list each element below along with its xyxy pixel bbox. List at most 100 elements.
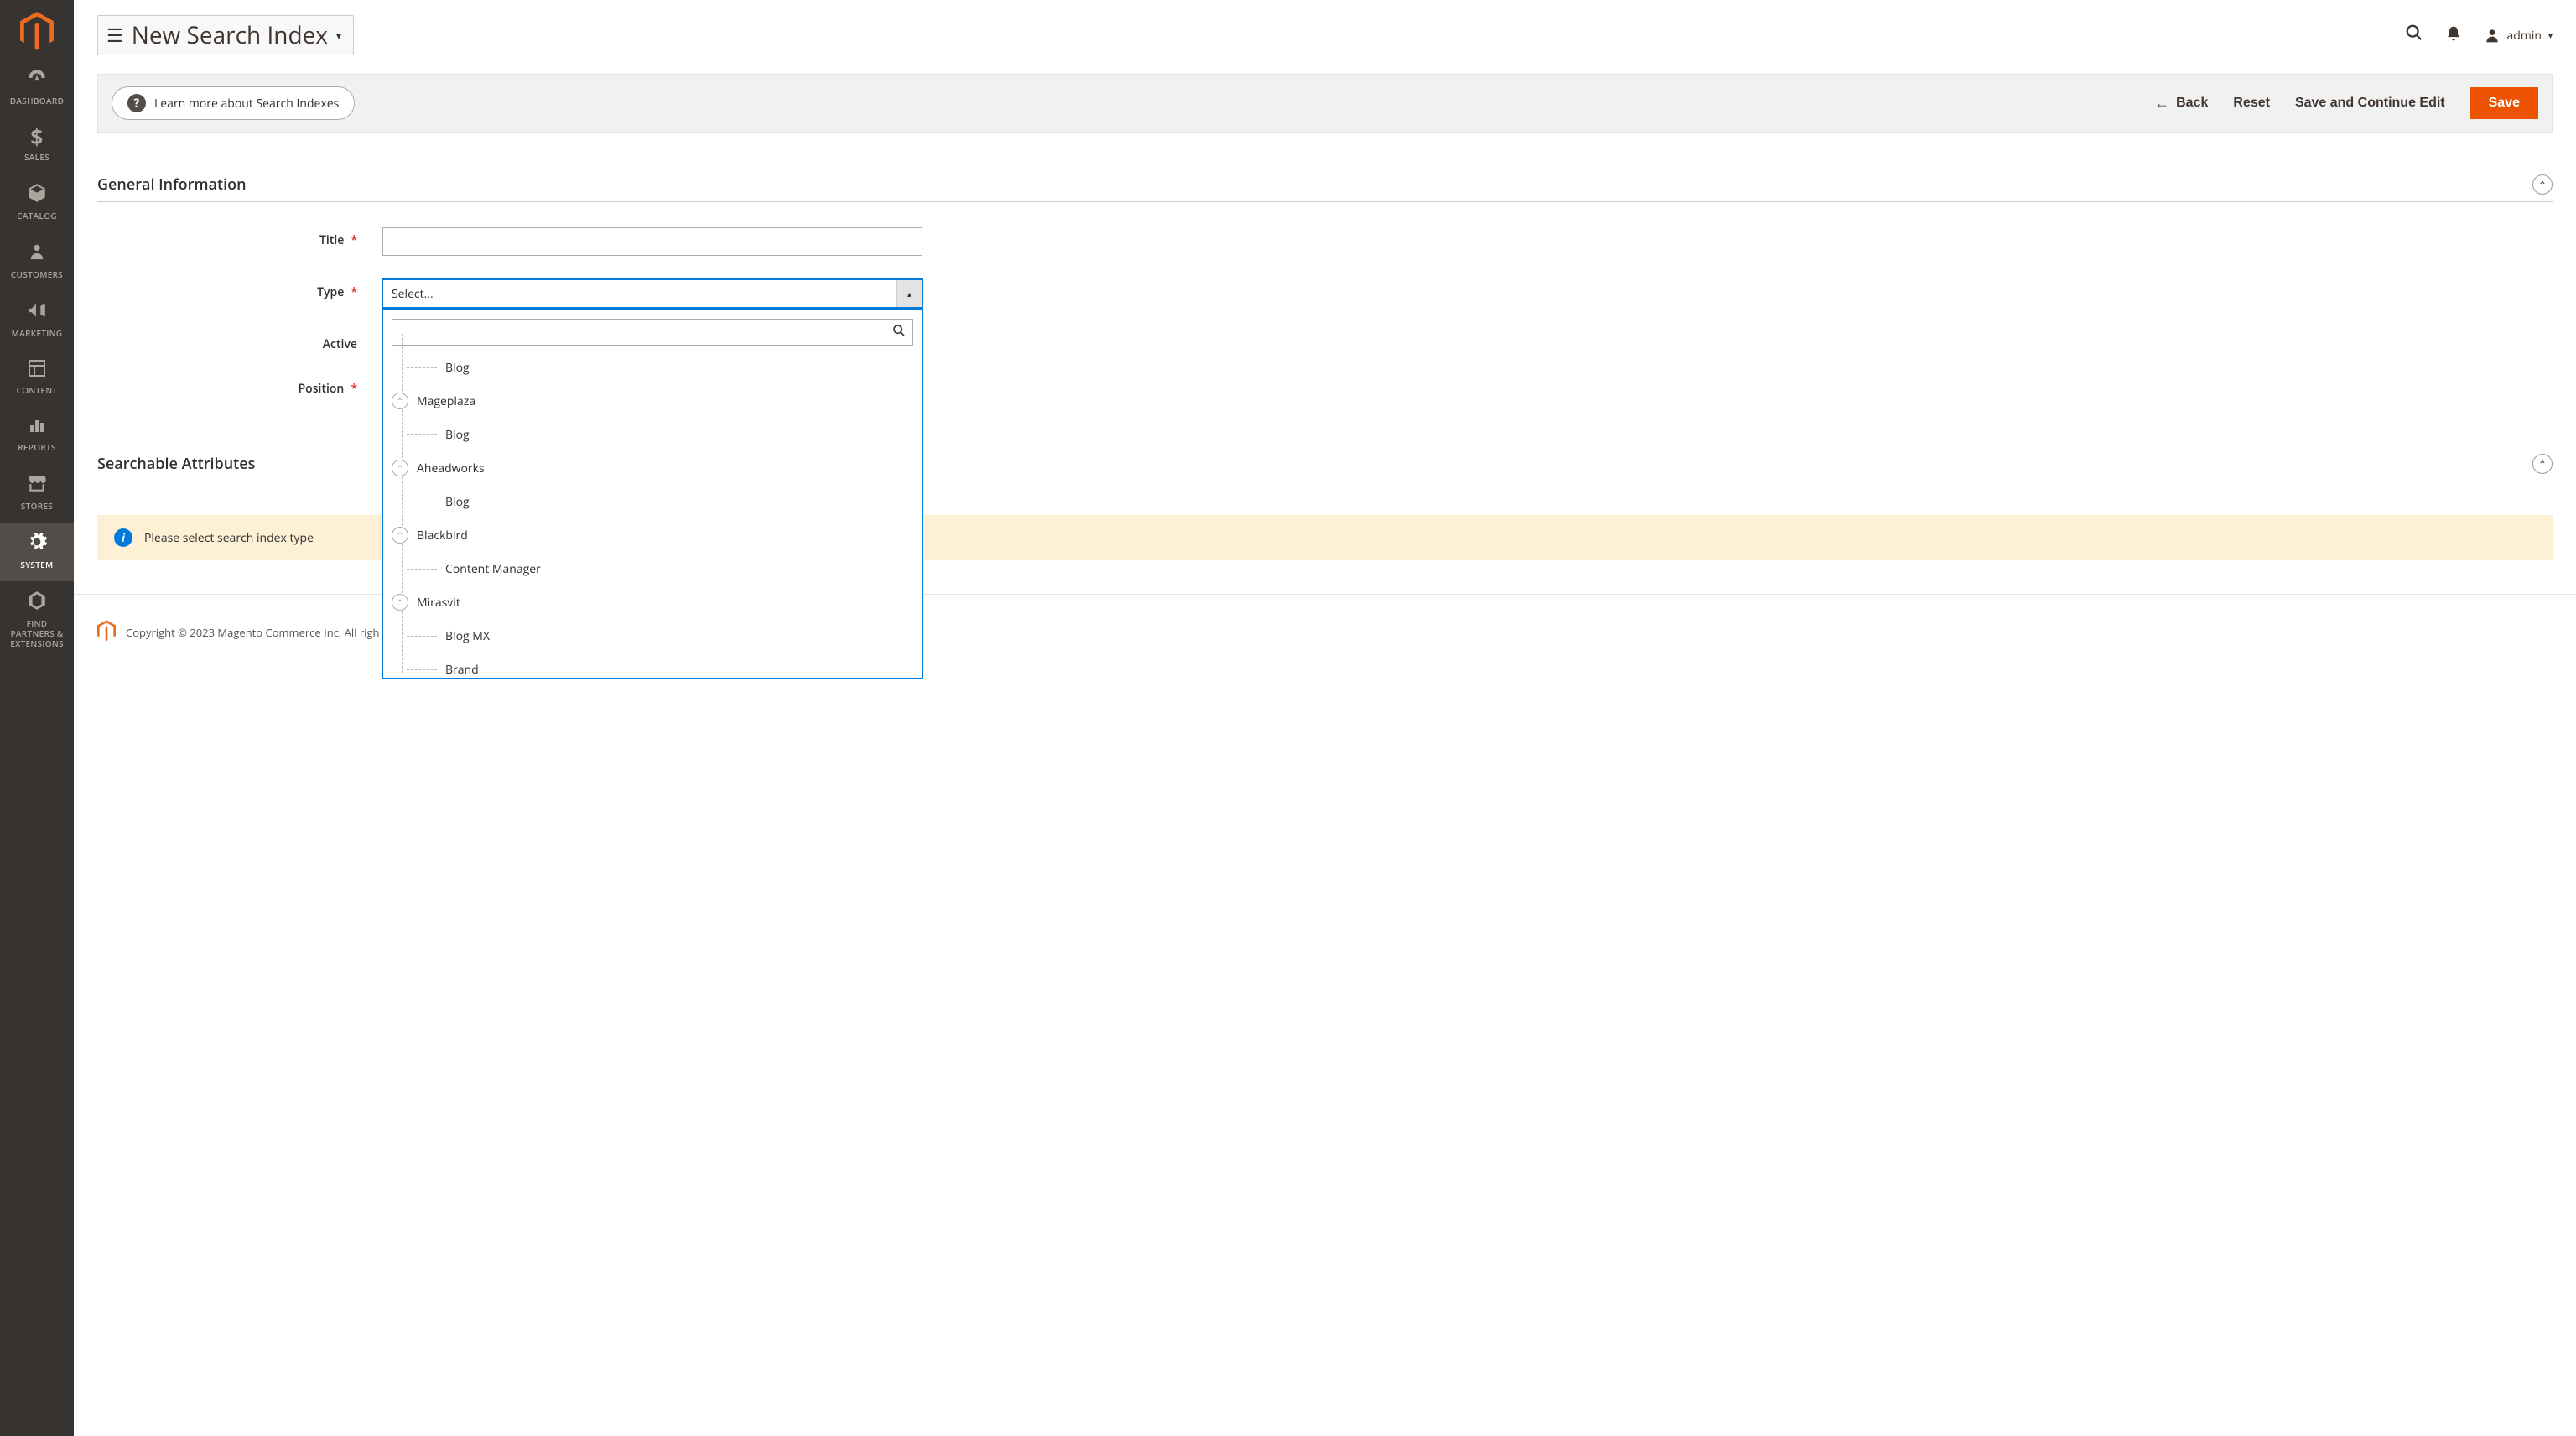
- type-select-trigger[interactable]: Select... ▴: [382, 279, 922, 308]
- layout-icon: [3, 358, 70, 382]
- admin-account-dropdown[interactable]: admin ▾: [2484, 27, 2553, 44]
- tree-connector: [407, 367, 437, 368]
- tree-group[interactable]: ⌃ Mageplaza: [392, 384, 913, 418]
- type-tree: Blog ⌃ Mageplaza Blog ⌃ Aheadworks Blog ⌃ Blackb…: [392, 351, 913, 689]
- chevron-up-icon[interactable]: ⌃: [392, 527, 408, 544]
- tree-connector: [407, 434, 437, 435]
- tree-label: Content Manager: [445, 561, 541, 577]
- learn-more-label: Learn more about Search Indexes: [154, 96, 339, 112]
- copyright-text: Copyright © 2023 Magento Commerce Inc. A…: [126, 625, 380, 640]
- nav-sales[interactable]: $SALES: [0, 117, 74, 174]
- tree-leaf[interactable]: Blog: [392, 418, 913, 451]
- tree-leaf[interactable]: Blog MX: [392, 619, 913, 653]
- section-title: General Information: [97, 174, 247, 195]
- bullhorn-icon: [3, 299, 70, 325]
- action-buttons: ← Back Reset Save and Continue Edit Save: [2154, 87, 2538, 119]
- person-icon: [3, 241, 70, 266]
- tree-label: Mirasvit: [417, 595, 460, 611]
- tree-label: Blog: [445, 360, 470, 376]
- section-title: Searchable Attributes: [97, 454, 255, 474]
- dashboard-icon: [3, 67, 70, 92]
- tree-connector: [407, 636, 437, 637]
- type-dropdown-panel: Blog ⌃ Mageplaza Blog ⌃ Aheadworks Blog ⌃ Blackb…: [382, 310, 922, 679]
- reset-button[interactable]: Reset: [2233, 96, 2270, 111]
- admin-label: admin: [2507, 28, 2542, 44]
- box-icon: [3, 182, 70, 207]
- general-fieldset: Title* Type* Select... ▴: [97, 202, 2553, 429]
- hamburger-icon: ☰: [106, 23, 123, 48]
- nav-dashboard[interactable]: DASHBOARD: [0, 59, 74, 117]
- type-label: Type*: [97, 279, 382, 300]
- chevron-up-icon[interactable]: ⌃: [392, 594, 408, 611]
- page-header: ☰ New Search Index ▾ admin ▾: [74, 0, 2576, 55]
- tree-label: Aheadworks: [417, 460, 485, 476]
- dropdown-search: [392, 319, 913, 346]
- nav-catalog[interactable]: CATALOG: [0, 174, 74, 232]
- magento-logo-icon: [97, 620, 116, 645]
- tree-label: Brand: [445, 662, 479, 678]
- tree-leaf[interactable]: Content Manager: [392, 552, 913, 585]
- field-title: Title*: [97, 227, 2553, 256]
- gear-icon: [3, 531, 70, 556]
- collapse-toggle-icon[interactable]: ⌃: [2532, 174, 2553, 195]
- nav-customers[interactable]: CUSTOMERS: [0, 232, 74, 291]
- search-icon[interactable]: [892, 323, 906, 341]
- tree-connector: [407, 669, 437, 670]
- tree-connector: [407, 569, 437, 570]
- save-button[interactable]: Save: [2470, 87, 2538, 119]
- tree-group[interactable]: ⌃ Blackbird: [392, 518, 913, 552]
- collapse-toggle-icon[interactable]: ⌃: [2532, 454, 2553, 474]
- form-area: General Information ⌃ Title* Type*: [74, 133, 2576, 569]
- title-label: Title*: [97, 227, 382, 248]
- learn-more-button[interactable]: ? Learn more about Search Indexes: [112, 86, 355, 120]
- back-button[interactable]: ← Back: [2154, 95, 2208, 112]
- notifications-icon[interactable]: [2445, 23, 2462, 48]
- header-actions: admin ▾: [2405, 23, 2553, 48]
- store-icon: [3, 472, 70, 497]
- caret-up-icon: ▴: [896, 280, 922, 307]
- info-icon: i: [114, 528, 132, 547]
- puzzle-icon: [3, 590, 70, 615]
- tree-label: Blog: [445, 427, 470, 443]
- page-title: New Search Index: [132, 19, 328, 51]
- help-icon: ?: [127, 94, 146, 112]
- nav-reports[interactable]: REPORTS: [0, 407, 74, 464]
- field-type: Type* Select... ▴: [97, 279, 2553, 308]
- save-continue-button[interactable]: Save and Continue Edit: [2295, 96, 2445, 111]
- page-title-dropdown[interactable]: ☰ New Search Index ▾: [97, 15, 354, 55]
- tree-label: Mageplaza: [417, 393, 475, 409]
- magento-logo[interactable]: [19, 13, 55, 49]
- type-placeholder: Select...: [392, 286, 434, 302]
- dollar-icon: $: [3, 126, 70, 148]
- search-icon[interactable]: [2405, 23, 2423, 48]
- type-select: Select... ▴ Bl: [382, 279, 922, 308]
- position-label: Position*: [97, 376, 382, 397]
- tree-label: Blackbird: [417, 528, 468, 544]
- title-input[interactable]: [382, 227, 922, 256]
- nav-system[interactable]: SYSTEM: [0, 523, 74, 581]
- caret-down-icon: ▾: [336, 29, 341, 43]
- dropdown-search-input[interactable]: [399, 325, 892, 339]
- nav-marketing[interactable]: MARKETING: [0, 291, 74, 350]
- tree-label: Blog MX: [445, 628, 490, 644]
- tree-leaf[interactable]: Brand: [392, 653, 913, 686]
- tree-leaf[interactable]: Blog: [392, 351, 913, 384]
- bars-icon: [3, 415, 70, 439]
- main-content: ☰ New Search Index ▾ admin ▾ ? Learn mor…: [74, 0, 2576, 1436]
- nav-content[interactable]: CONTENT: [0, 350, 74, 407]
- active-label: Active: [97, 331, 382, 352]
- nav-find-partners-extensions[interactable]: FIND PARTNERS & EXTENSIONS: [0, 581, 74, 660]
- chevron-up-icon[interactable]: ⌃: [392, 460, 408, 476]
- section-general-header[interactable]: General Information ⌃: [97, 158, 2553, 202]
- caret-down-icon: ▾: [2548, 29, 2553, 41]
- action-toolbar: ? Learn more about Search Indexes ← Back…: [97, 74, 2553, 133]
- chevron-up-icon[interactable]: ⌃: [392, 393, 408, 409]
- tree-leaf[interactable]: Blog: [392, 485, 913, 518]
- tree-group[interactable]: ⌃ Mirasvit: [392, 585, 913, 619]
- tree-label: Blog: [445, 494, 470, 510]
- arrow-left-icon: ←: [2154, 95, 2169, 112]
- admin-sidebar: DASHBOARD$SALESCATALOGCUSTOMERSMARKETING…: [0, 0, 74, 1436]
- tree-group[interactable]: ⌃ Aheadworks: [392, 451, 913, 485]
- notice-text: Please select search index type: [144, 530, 314, 546]
- nav-stores[interactable]: STORES: [0, 464, 74, 523]
